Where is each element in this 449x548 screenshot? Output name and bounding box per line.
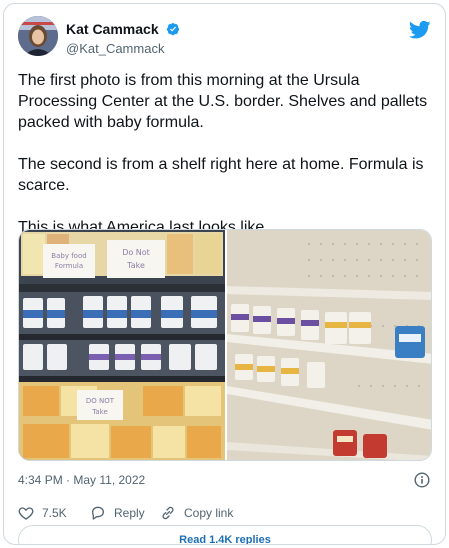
info-icon[interactable] <box>414 472 430 488</box>
author-names: Kat Cammack @Kat_Cammack <box>66 20 180 56</box>
sign-do-not-take-2: DO NOT <box>86 397 115 405</box>
sign-baby-food: Baby food <box>51 252 86 260</box>
photo-empty-shelves[interactable] <box>227 230 432 461</box>
reply-label: Reply <box>114 506 145 520</box>
author-handle[interactable]: @Kat_Cammack <box>66 41 180 56</box>
twitter-bird-icon[interactable] <box>409 20 431 40</box>
heart-icon <box>18 507 34 520</box>
copy-link-button[interactable]: Copy link <box>160 502 233 524</box>
tweet-actions: 7.5K Reply Copy link <box>18 502 432 524</box>
reply-icon <box>92 506 104 520</box>
verified-badge-icon <box>166 22 180 36</box>
like-count: 7.5K <box>42 506 67 520</box>
svg-text:Take: Take <box>126 261 145 270</box>
display-name[interactable]: Kat Cammack <box>66 21 159 37</box>
tweet-media[interactable]: Baby food Formula Do Not Take DO NOT Tak… <box>18 229 432 461</box>
timestamp[interactable]: 4:34 PM · May 11, 2022 <box>18 473 145 487</box>
reply-button[interactable]: Reply <box>90 502 145 524</box>
tweet-header: Kat Cammack @Kat_Cammack <box>18 16 433 62</box>
photo-stocked-shelves[interactable]: Baby food Formula Do Not Take DO NOT Tak… <box>19 230 225 461</box>
avatar[interactable] <box>18 16 58 56</box>
like-button[interactable]: 7.5K <box>18 502 67 524</box>
copy-link-label: Copy link <box>184 506 234 520</box>
tweet-text: The first photo is from this morning at … <box>18 72 428 236</box>
svg-text:Formula: Formula <box>55 262 83 270</box>
tweet-card: Kat Cammack @Kat_Cammack The first photo… <box>3 3 446 545</box>
sign-do-not-take: Do Not <box>122 248 150 257</box>
link-icon <box>162 506 174 520</box>
svg-text:Take: Take <box>91 408 108 416</box>
timestamp-row: 4:34 PM · May 11, 2022 <box>18 470 432 490</box>
read-replies-button[interactable]: Read 1.4K replies <box>18 525 432 544</box>
